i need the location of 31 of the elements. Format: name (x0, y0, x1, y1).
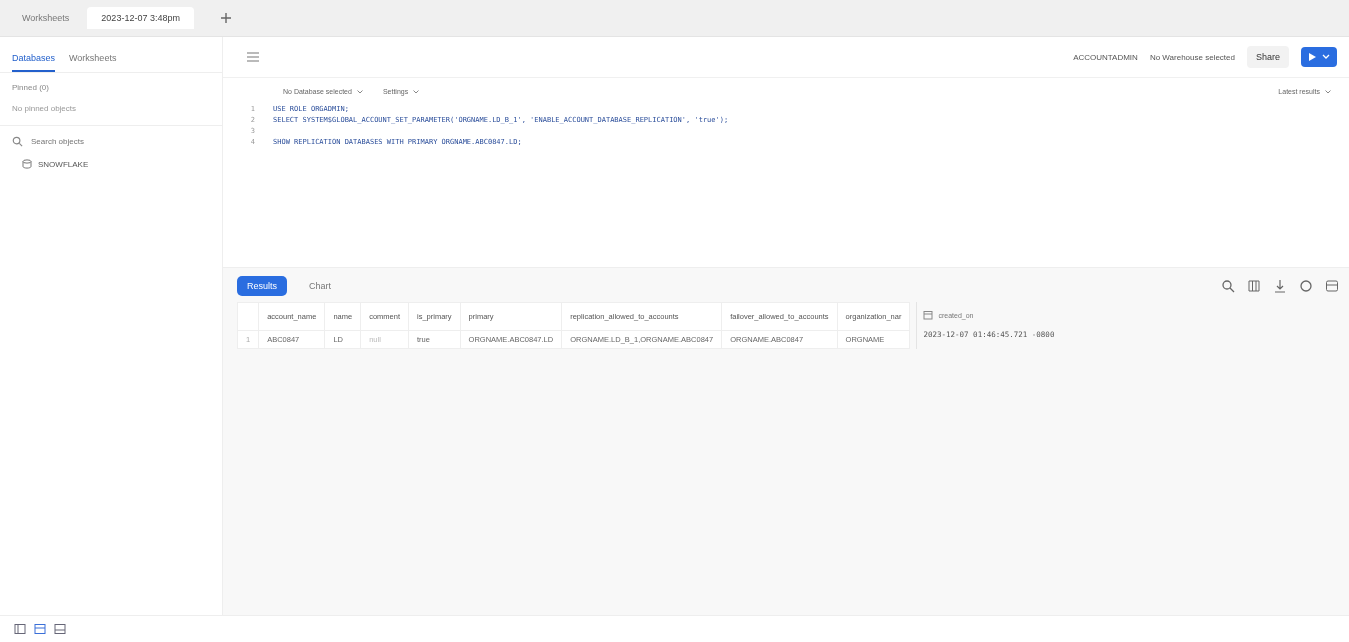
pinned-label[interactable]: Pinned (0) (0, 73, 222, 98)
browser-tab[interactable]: Worksheets (8, 7, 84, 29)
run-button[interactable] (1301, 47, 1337, 67)
editor-icon[interactable] (34, 623, 46, 635)
play-icon (1308, 52, 1316, 62)
search-icon (12, 136, 23, 147)
search-icon[interactable] (1221, 279, 1235, 293)
tree-item[interactable]: SNOWFLAKE (0, 157, 222, 171)
empty-message: No pinned objects (0, 98, 222, 126)
circle-icon[interactable] (1299, 279, 1313, 293)
sidebar-tab[interactable]: Worksheets (69, 49, 117, 72)
caret-icon (356, 89, 363, 94)
browser-tab[interactable]: 2023-12-07 3:48pm (87, 7, 194, 29)
role-selector[interactable]: ACCOUNTADMIN (1073, 52, 1138, 62)
search-field[interactable]: Search objects (29, 136, 183, 147)
download-icon[interactable] (1273, 279, 1287, 293)
share-button[interactable]: Share (1246, 46, 1289, 68)
calendar-icon (923, 310, 934, 320)
caret-icon (1322, 54, 1330, 60)
results-icon[interactable] (54, 623, 66, 635)
plus-icon[interactable] (219, 12, 232, 24)
caret-icon (1325, 89, 1331, 94)
columns-icon[interactable] (1247, 279, 1261, 293)
panel-icon[interactable] (1325, 279, 1339, 293)
caret-icon (413, 89, 420, 94)
warehouse-selector[interactable]: No Warehouse selected (1149, 52, 1235, 62)
results-tab[interactable]: Results (237, 276, 287, 296)
database-icon (22, 159, 32, 169)
sidebar-icon[interactable] (14, 623, 26, 635)
results-tab[interactable]: Chart (299, 276, 342, 296)
sidebar-tab[interactable]: Databases (12, 49, 56, 72)
